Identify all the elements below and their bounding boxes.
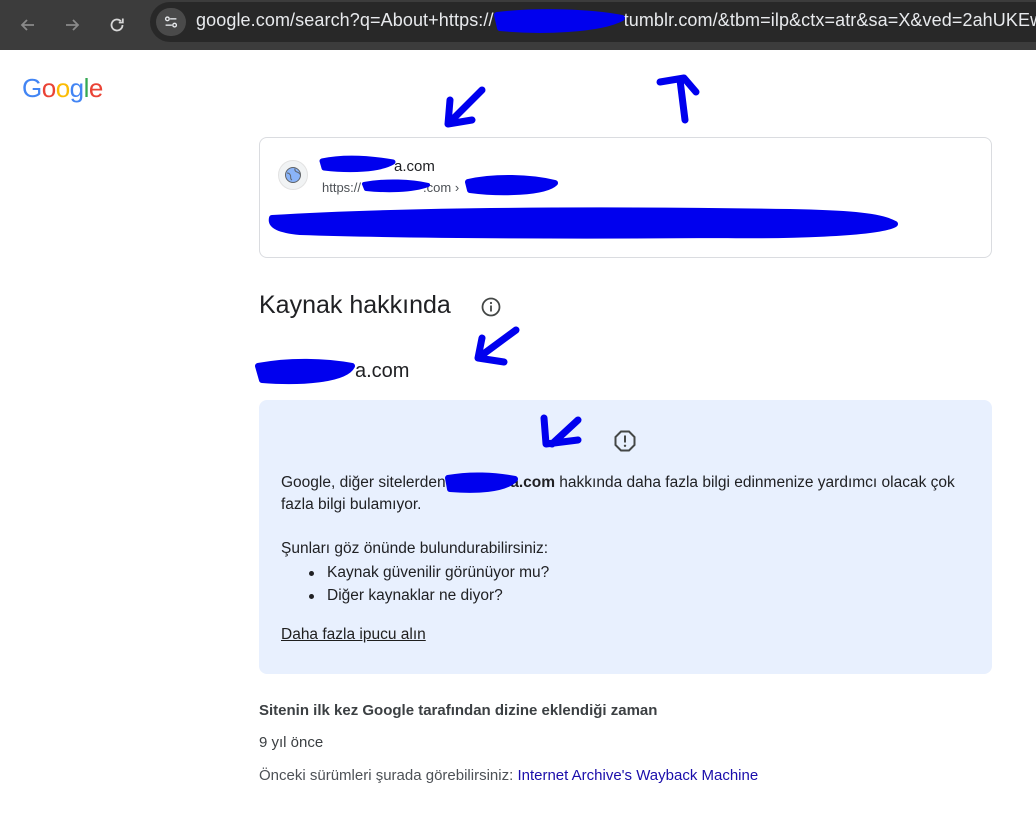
wayback-link[interactable]: Internet Archive's Wayback Machine [517,767,758,784]
arrow-left-icon [20,19,34,31]
site-url: https://.com › [322,180,460,195]
more-tips-link[interactable]: Daha fazla ipucu alın [281,626,426,644]
site-name[interactable]: a.com [322,158,435,175]
logo-letter: G [22,73,42,103]
tune-icon [164,16,178,28]
arrow-annotation [444,86,486,128]
site-info-button[interactable] [156,8,186,36]
arrow-annotation [656,74,700,124]
list-item: Diğer kaynaklar ne diyor? [303,585,549,608]
logo-letter: o [41,73,56,103]
url-text[interactable]: google.com/search?q=About+https:// tumblr… [196,10,1036,31]
logo-letter: o [55,73,70,103]
page-title: Kaynak hakkında [259,291,451,319]
arrow-right-icon [66,19,80,31]
reload-icon [110,18,124,32]
url-suffix: tumblr.com/&tbm=ilp&ctx=atr&sa=X&ved=2ah… [623,10,1036,30]
result-card[interactable]: a.com https://.com › [259,137,992,258]
info-icon[interactable] [480,296,502,318]
indexed-value: 9 yıl önce [259,734,324,751]
site-favicon [278,160,308,190]
tips-list: Kaynak güvenilir görünüyor mu? Diğer kay… [303,562,549,607]
logo-letter: e [88,73,103,103]
logo-letter: g [69,73,84,103]
alert-icon [614,430,636,452]
url-prefix: google.com/search?q=About+https:// [196,10,494,30]
globe-icon [285,167,301,183]
archive-line: Önceki sürümleri şurada görebilirsiniz: … [259,767,759,784]
forward-button[interactable] [57,10,87,40]
info-domain: ca.com [501,474,555,491]
back-button[interactable] [13,10,43,40]
info-text: Google, diğer sitelerden ca.com hakkında … [281,474,955,513]
google-logo[interactable]: Google [22,73,103,104]
reload-button[interactable] [102,10,132,40]
info-box: Google, diğer sitelerden ca.com hakkında … [259,400,992,674]
arrow-annotation [474,326,520,366]
domain-title: a.com [355,360,410,382]
indexed-heading: Sitenin ilk kez Google tarafından dizine… [259,702,658,719]
browser-toolbar: google.com/search?q=About+https:// tumblr… [0,0,1036,50]
list-item: Kaynak güvenilir görünüyor mu? [303,562,549,585]
consider-text: Şunları göz önünde bulundurabilirsiniz: [281,540,549,557]
